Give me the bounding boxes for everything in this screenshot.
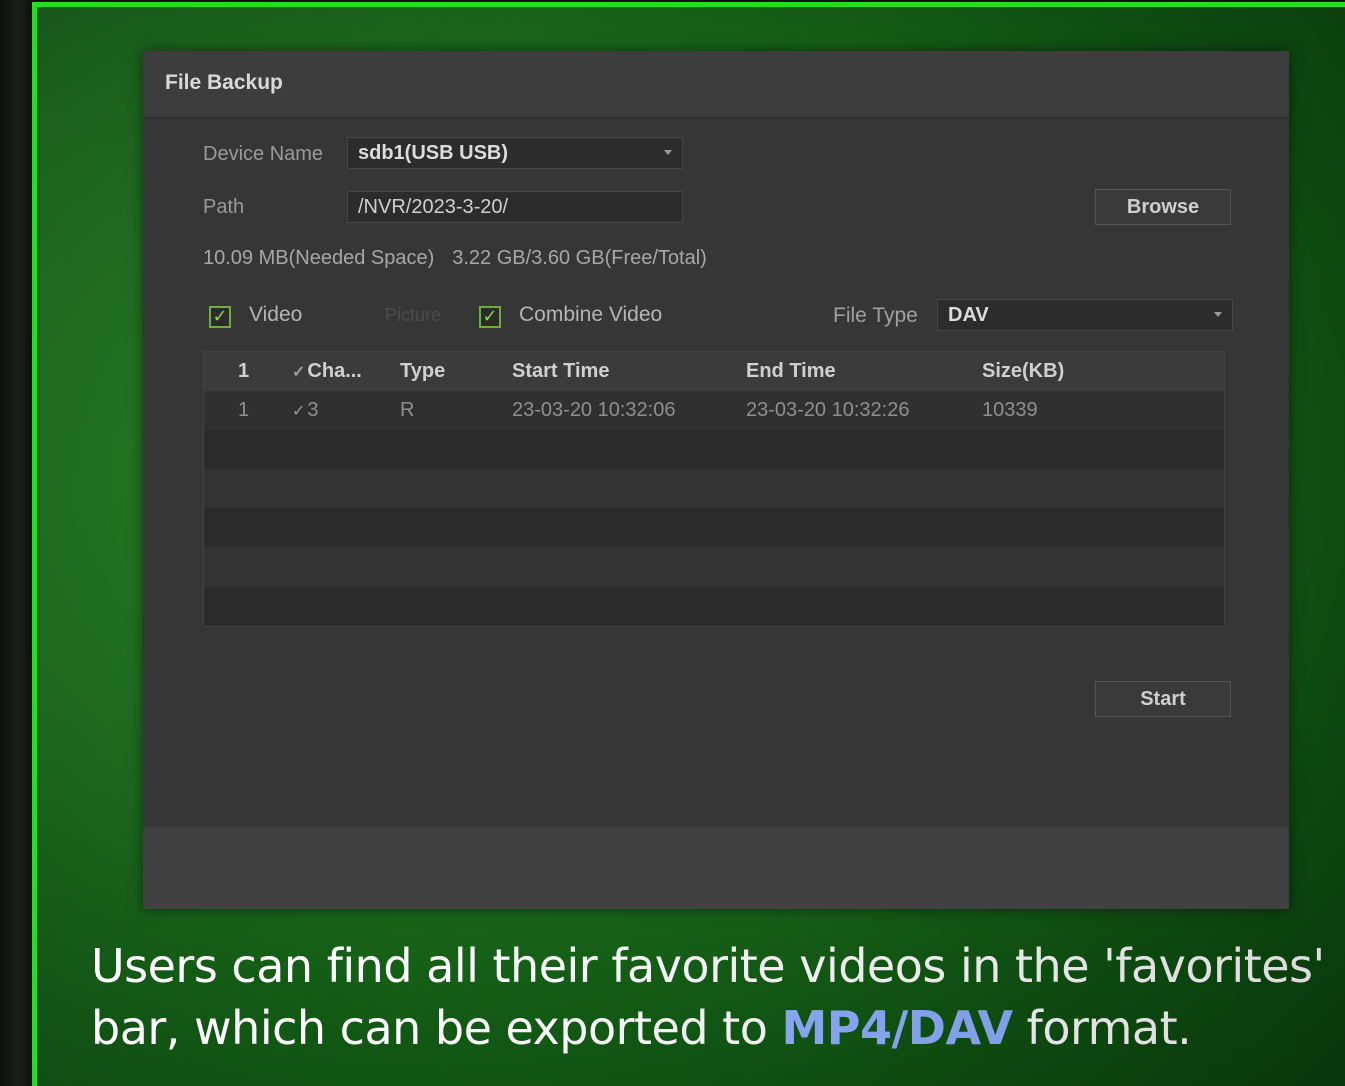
column-end-time[interactable]: End Time — [746, 360, 836, 383]
caption-line-2-prefix: bar, which can be exported to — [91, 1001, 782, 1055]
column-channel[interactable]: ✓ Cha... — [292, 360, 362, 383]
empty-row — [204, 547, 1224, 586]
row-end-time: 23-03-20 10:32:26 — [746, 399, 910, 421]
row-channel[interactable]: ✓ 3 — [292, 399, 319, 422]
empty-row — [204, 469, 1224, 508]
free-total-space: 3.22 GB/3.60 GB(Free/Total) — [452, 247, 707, 269]
row-type: R — [400, 399, 415, 421]
file-type-select[interactable]: DAV — [937, 299, 1233, 331]
file-backup-dialog: File Backup Device Name sdb1(USB USB) Pa… — [143, 51, 1289, 909]
empty-row — [204, 430, 1224, 469]
video-label: Video — [249, 303, 303, 326]
column-start-time[interactable]: Start Time — [512, 360, 609, 383]
check-icon: ✓ — [482, 306, 498, 327]
needed-space: 10.09 MB(Needed Space) — [203, 247, 435, 269]
video-checkbox[interactable]: ✓ — [209, 306, 231, 328]
empty-row — [204, 508, 1224, 547]
path-value: /NVR/2023-3-20/ — [358, 196, 509, 218]
picture-label: Picture — [385, 305, 442, 325]
row-channel-value: 3 — [307, 399, 319, 421]
check-icon: ✓ — [292, 403, 306, 420]
dialog-footer — [143, 827, 1289, 909]
column-channel-label: Cha... — [307, 360, 362, 382]
chevron-down-icon — [664, 150, 672, 155]
device-name-value: sdb1(USB USB) — [358, 142, 509, 164]
chevron-down-icon — [1214, 312, 1222, 317]
device-name-label: Device Name — [203, 143, 324, 165]
dialog-title: File Backup — [165, 71, 283, 94]
row-start-time: 23-03-20 10:32:06 — [512, 399, 676, 421]
row-size: 10339 — [982, 399, 1038, 421]
combine-video-checkbox[interactable]: ✓ — [479, 306, 501, 328]
combine-video-label: Combine Video — [519, 303, 663, 326]
empty-row — [204, 586, 1224, 626]
backup-file-table: 1 ✓ Cha... Type Start Time End Time Size(… — [203, 351, 1225, 627]
column-type[interactable]: Type — [400, 360, 445, 383]
file-type-label: File Type — [833, 304, 918, 327]
table-header: 1 ✓ Cha... Type Start Time End Time Size(… — [204, 352, 1224, 391]
path-input[interactable]: /NVR/2023-3-20/ — [347, 191, 683, 223]
background-edge — [0, 0, 30, 1086]
check-icon: ✓ — [212, 306, 228, 327]
check-icon: ✓ — [292, 364, 306, 381]
start-button[interactable]: Start — [1095, 681, 1231, 717]
path-label: Path — [203, 196, 245, 218]
format-highlight: MP4/DAV — [781, 1001, 1013, 1055]
caption-line-2-suffix: format. — [1012, 1001, 1192, 1055]
space-info: 10.09 MB(Needed Space) 3.22 GB/3.60 GB(Fr… — [203, 247, 707, 270]
device-name-select[interactable]: sdb1(USB USB) — [347, 137, 683, 169]
caption-text: Users can find all their favorite videos… — [91, 935, 1345, 1059]
caption-line-2: bar, which can be exported to MP4/DAV fo… — [91, 997, 1345, 1059]
caption-line-1: Users can find all their favorite videos… — [91, 939, 1325, 993]
column-index[interactable]: 1 — [238, 360, 249, 383]
dialog-header: File Backup — [143, 51, 1289, 118]
green-frame: File Backup Device Name sdb1(USB USB) Pa… — [32, 2, 1345, 1086]
row-index: 1 — [238, 399, 250, 421]
browse-button[interactable]: Browse — [1095, 189, 1231, 225]
table-row[interactable]: 1 ✓ 3 R 23-03-20 10:32:06 23-03-20 10:32:… — [204, 391, 1224, 430]
file-type-value: DAV — [948, 304, 989, 326]
column-size[interactable]: Size(KB) — [982, 360, 1064, 383]
